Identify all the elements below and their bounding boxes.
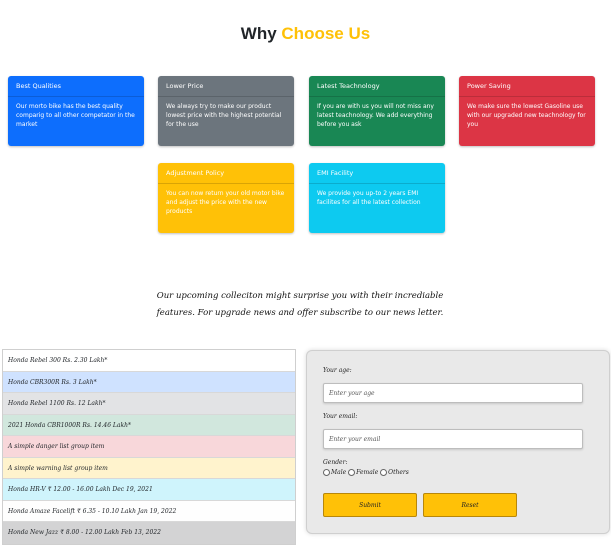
card-text: Our morto bike has the best quality comp… — [16, 103, 135, 128]
email-label: Your email: — [323, 413, 358, 420]
card-text: We provide you up-to 2 years EMI facilit… — [317, 190, 421, 206]
card-text: If you are with us you will not miss any… — [317, 103, 434, 128]
gender-radio-group: Male Female Others — [323, 469, 409, 476]
card-title: Latest Teachnology — [309, 76, 445, 97]
card-text: You can now return your old motor bike a… — [166, 190, 285, 215]
reset-button[interactable]: Reset — [423, 493, 517, 517]
others-label: Others — [388, 469, 409, 476]
card-emi-facility: EMI Facility We provide you up-to 2 year… — [309, 163, 445, 233]
email-input[interactable]: Enter your email — [323, 429, 583, 449]
card-title: EMI Facility — [309, 163, 445, 184]
card-text: We always try to make our product lowest… — [166, 103, 282, 128]
list-item[interactable]: Honda Amaze Facelift ₹ 6.35 - 10.10 Lakh… — [3, 500, 295, 522]
submit-button[interactable]: Submit — [323, 493, 417, 517]
heading-prefix: Why — [240, 24, 282, 43]
card-title: Adjustment Policy — [158, 163, 294, 184]
age-label: Your age: — [323, 367, 352, 374]
bike-list-group: Honda Rebel 300 Rs. 2.30 Lakh* Honda CBR… — [2, 349, 296, 545]
gender-label: Gender: — [323, 459, 348, 466]
list-item[interactable]: Honda New Jazz ₹ 8.00 - 12.00 Lakh Feb 1… — [3, 522, 295, 544]
card-lower-price: Lower Price We always try to make our pr… — [158, 76, 294, 146]
tagline-line-1: Our upcoming colleciton might surprise y… — [156, 291, 444, 301]
card-title: Best Qualities — [8, 76, 144, 97]
list-item[interactable]: Honda HR-V ₹ 12.00 - 16.00 Lakh Dec 19, … — [3, 479, 295, 501]
page-heading: Why Choose Us — [0, 24, 611, 44]
others-radio[interactable] — [380, 469, 388, 476]
card-text: We make sure the lowest Gasoline use wit… — [467, 103, 586, 128]
list-item[interactable]: 2021 Honda CBR1000R Rs. 14.46 Lakh* — [3, 414, 295, 436]
list-item[interactable]: Honda Rebel 1100 Rs. 12 Lakh* — [3, 393, 295, 415]
card-latest-technology: Latest Teachnology If you are with us yo… — [309, 76, 445, 146]
tagline-line-2: features. For upgrade news and offer sub… — [156, 308, 444, 318]
heading-highlight: Choose Us — [281, 24, 371, 43]
list-item[interactable]: A simple warning list group item — [3, 457, 295, 479]
card-power-saving: Power Saving We make sure the lowest Gas… — [459, 76, 595, 146]
female-label: Female — [356, 469, 379, 476]
list-item[interactable]: Honda Rebel 300 Rs. 2.30 Lakh* — [3, 350, 295, 372]
card-best-qualities: Best Qualities Our morto bike has the be… — [8, 76, 144, 146]
subscribe-form: Your age: Enter your age Your email: Ent… — [306, 350, 610, 534]
female-radio[interactable] — [348, 469, 356, 476]
card-title: Lower Price — [158, 76, 294, 97]
age-input[interactable]: Enter your age — [323, 383, 583, 403]
card-title: Power Saving — [459, 76, 595, 97]
card-adjustment-policy: Adjustment Policy You can now return you… — [158, 163, 294, 233]
list-item[interactable]: Honda CBR300R Rs. 3 Lakh* — [3, 371, 295, 393]
male-radio[interactable] — [323, 469, 330, 476]
list-item[interactable]: A simple danger list group item — [3, 436, 295, 458]
male-label: Male — [331, 469, 347, 476]
tagline: Our upcoming colleciton might surprise y… — [100, 288, 500, 322]
